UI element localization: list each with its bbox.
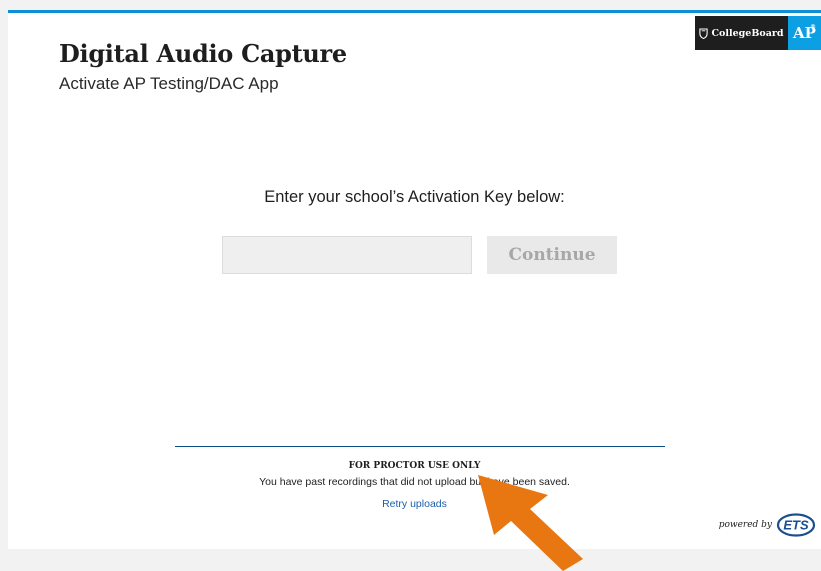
powered-by-label: powered by [718,520,772,530]
proctor-message: You have past recordings that did not up… [259,476,570,488]
ets-logo: powered by ETS [719,513,816,537]
collegeboard-label: CollegeBoard [711,27,784,39]
activation-prompt: Enter your school’s Activation Key below… [264,188,565,206]
ets-oval-logo: ETS [776,513,816,537]
continue-button[interactable]: Continue [487,236,617,274]
proctor-heading: FOR PROCTOR USE ONLY [348,461,481,471]
orange-arrow-icon [478,475,583,571]
app-window: CollegeBoard AP ® Digital Audio Capture … [8,10,821,549]
ap-registered-mark: ® [810,24,816,31]
activation-key-input[interactable] [222,236,472,274]
proctor-divider [175,446,665,447]
page-subtitle: Activate AP Testing/DAC App [59,74,279,93]
page-title: Digital Audio Capture [59,39,347,68]
ets-label: ETS [783,518,809,533]
ap-logo: AP ® [788,16,821,50]
acorn-shield-icon [699,27,709,39]
retry-uploads-link[interactable]: Retry uploads [8,498,821,510]
brand-bar: CollegeBoard AP ® [695,16,821,50]
collegeboard-logo: CollegeBoard [695,16,788,50]
